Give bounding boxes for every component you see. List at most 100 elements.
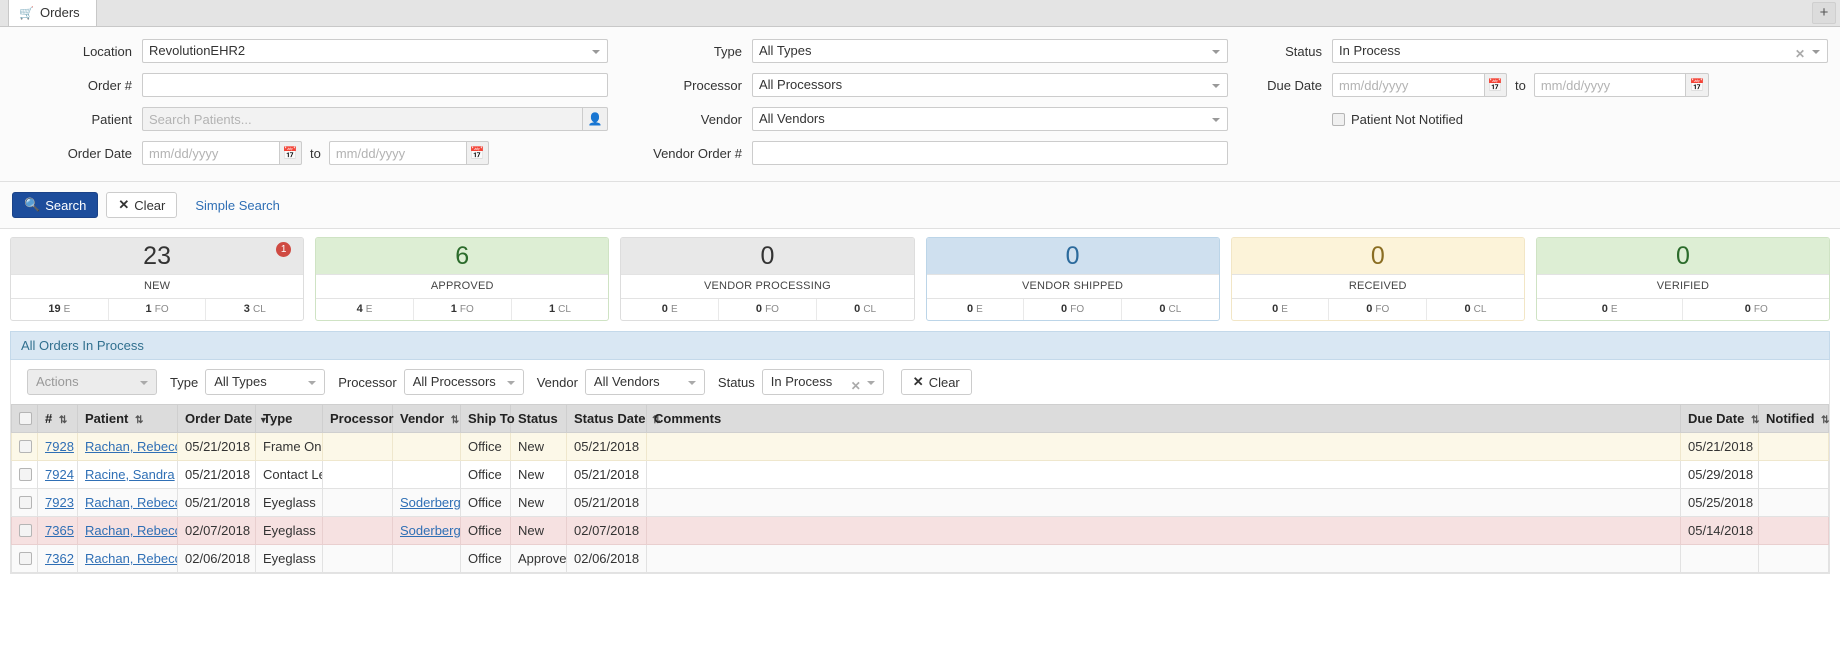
patient-search-input[interactable]	[142, 107, 583, 131]
col-header-ship-to[interactable]: Ship To	[461, 405, 511, 433]
table-row[interactable]: 7928Rachan, Rebecca05/21/2018Frame OnlyO…	[12, 433, 1829, 461]
table-row[interactable]: 7923Rachan, Rebecca05/21/2018EyeglassSod…	[12, 489, 1829, 517]
due-date-to-input[interactable]	[1534, 73, 1687, 97]
order-date-from-input[interactable]	[142, 141, 280, 165]
vendor-order-row: Vendor Order #	[632, 141, 1228, 165]
row-select-checkbox[interactable]	[12, 517, 38, 545]
cell-proc	[323, 433, 393, 461]
col-header-type[interactable]: Type	[256, 405, 323, 433]
checkbox-icon[interactable]	[19, 468, 32, 481]
order-date-to-input[interactable]	[329, 141, 467, 165]
link-pat[interactable]: Rachan, Rebecca	[85, 551, 178, 566]
col-header-patient[interactable]: Patient ⇅	[78, 405, 178, 433]
cell-pat[interactable]: Rachan, Rebecca	[78, 489, 178, 517]
table-row[interactable]: 7924Racine, Sandra05/21/2018Contact Lens…	[12, 461, 1829, 489]
checkbox-icon[interactable]	[19, 412, 32, 425]
cell-num[interactable]: 7923	[38, 489, 78, 517]
calendar-icon[interactable]: 📅	[467, 141, 489, 165]
person-icon[interactable]: 👤	[583, 107, 608, 131]
cell-vend[interactable]: Soderberg	[393, 517, 461, 545]
cell-num[interactable]: 7362	[38, 545, 78, 573]
type-select[interactable]: All Types	[752, 39, 1228, 63]
cell-od: 05/21/2018	[178, 461, 256, 489]
select-all-header[interactable]	[12, 405, 38, 433]
location-select[interactable]: RevolutionEHR2	[142, 39, 608, 63]
link-num[interactable]: 7365	[45, 523, 74, 538]
cell-pat[interactable]: Racine, Sandra	[78, 461, 178, 489]
status-card-metric: 4 E	[316, 299, 413, 320]
chevron-down-icon	[507, 381, 515, 385]
cell-pat[interactable]: Rachan, Rebecca	[78, 517, 178, 545]
patient-not-notified-checkbox[interactable]: Patient Not Notified	[1332, 112, 1463, 127]
toolbar-status-select[interactable]: In Process ✕	[762, 369, 884, 395]
col-header-vendor[interactable]: Vendor ⇅	[393, 405, 461, 433]
col-header-order-date[interactable]: Order Date ▼	[178, 405, 256, 433]
checkbox-icon[interactable]	[1332, 113, 1345, 126]
link-vend[interactable]: Soderberg	[400, 495, 461, 510]
clear-status-icon[interactable]: ✕	[851, 374, 861, 398]
link-num[interactable]: 7923	[45, 495, 74, 510]
cell-pat[interactable]: Rachan, Rebecca	[78, 545, 178, 573]
magnifier-icon: 🔍	[24, 197, 40, 213]
tab-orders[interactable]: 🛒 Orders	[8, 0, 97, 26]
checkbox-icon[interactable]	[19, 552, 32, 565]
cell-num[interactable]: 7928	[38, 433, 78, 461]
col-header-status[interactable]: Status	[511, 405, 567, 433]
col-header-comments[interactable]: Comments	[647, 405, 1681, 433]
status-card-received[interactable]: 0RECEIVED0 E0 FO0 CL	[1231, 237, 1525, 321]
col-header-processor[interactable]: Processor	[323, 405, 393, 433]
simple-search-link[interactable]: Simple Search	[195, 198, 280, 213]
status-card-vendor-shipped[interactable]: 0VENDOR SHIPPED0 E0 FO0 CL	[926, 237, 1220, 321]
actions-select[interactable]: Actions	[27, 369, 157, 395]
order-number-row: Order #	[12, 73, 608, 97]
link-num[interactable]: 7924	[45, 467, 74, 482]
checkbox-icon[interactable]	[19, 440, 32, 453]
checkbox-icon[interactable]	[19, 524, 32, 537]
vendor-order-input[interactable]	[752, 141, 1228, 165]
link-pat[interactable]: Racine, Sandra	[85, 467, 175, 482]
status-select[interactable]: In Process ✕	[1332, 39, 1828, 63]
cell-pat[interactable]: Rachan, Rebecca	[78, 433, 178, 461]
cell-num[interactable]: 7924	[38, 461, 78, 489]
status-card-new[interactable]: 231NEW19 E1 FO3 CL	[10, 237, 304, 321]
cell-num[interactable]: 7365	[38, 517, 78, 545]
status-card-verified[interactable]: 0VERIFIED0 E0 FO	[1536, 237, 1830, 321]
link-pat[interactable]: Rachan, Rebecca	[85, 523, 178, 538]
add-tab-button[interactable]: +	[1812, 2, 1836, 24]
cell-vend[interactable]: Soderberg	[393, 489, 461, 517]
calendar-icon[interactable]: 📅	[1686, 73, 1709, 97]
toolbar-processor-select[interactable]: All Processors	[404, 369, 524, 395]
status-card-vendor-processing[interactable]: 0VENDOR PROCESSING0 E0 FO0 CL	[620, 237, 914, 321]
clear-status-icon[interactable]: ✕	[1795, 43, 1805, 63]
row-select-checkbox[interactable]	[12, 461, 38, 489]
link-vend[interactable]: Soderberg	[400, 523, 461, 538]
link-pat[interactable]: Rachan, Rebecca	[85, 439, 178, 454]
processor-select[interactable]: All Processors	[752, 73, 1228, 97]
status-card-approved[interactable]: 6APPROVED4 E1 FO1 CL	[315, 237, 609, 321]
checkbox-icon[interactable]	[19, 496, 32, 509]
search-button[interactable]: 🔍 Search	[12, 192, 98, 218]
calendar-icon[interactable]: 📅	[1485, 73, 1508, 97]
advanced-search-panel: Location RevolutionEHR2 Order #	[0, 27, 1840, 182]
col-header-number[interactable]: # ⇅	[38, 405, 78, 433]
col-header-due-date[interactable]: Due Date ⇅	[1681, 405, 1759, 433]
link-pat[interactable]: Rachan, Rebecca	[85, 495, 178, 510]
clear-button[interactable]: ✕ Clear	[106, 192, 177, 218]
toolbar-vendor-select[interactable]: All Vendors	[585, 369, 705, 395]
vendor-select[interactable]: All Vendors	[752, 107, 1228, 131]
toolbar-type-select[interactable]: All Types	[205, 369, 325, 395]
row-select-checkbox[interactable]	[12, 545, 38, 573]
cell-stat: New	[511, 489, 567, 517]
col-header-status-date[interactable]: Status Date ⇅	[567, 405, 647, 433]
row-select-checkbox[interactable]	[12, 489, 38, 517]
link-num[interactable]: 7928	[45, 439, 74, 454]
row-select-checkbox[interactable]	[12, 433, 38, 461]
table-row[interactable]: 7365Rachan, Rebecca02/07/2018EyeglassSod…	[12, 517, 1829, 545]
table-row[interactable]: 7362Rachan, Rebecca02/06/2018EyeglassOff…	[12, 545, 1829, 573]
calendar-icon[interactable]: 📅	[280, 141, 302, 165]
due-date-from-input[interactable]	[1332, 73, 1485, 97]
toolbar-clear-button[interactable]: ✕ Clear	[901, 369, 972, 395]
col-header-notified[interactable]: Notified ⇅	[1759, 405, 1829, 433]
link-num[interactable]: 7362	[45, 551, 74, 566]
order-number-input[interactable]	[142, 73, 608, 97]
